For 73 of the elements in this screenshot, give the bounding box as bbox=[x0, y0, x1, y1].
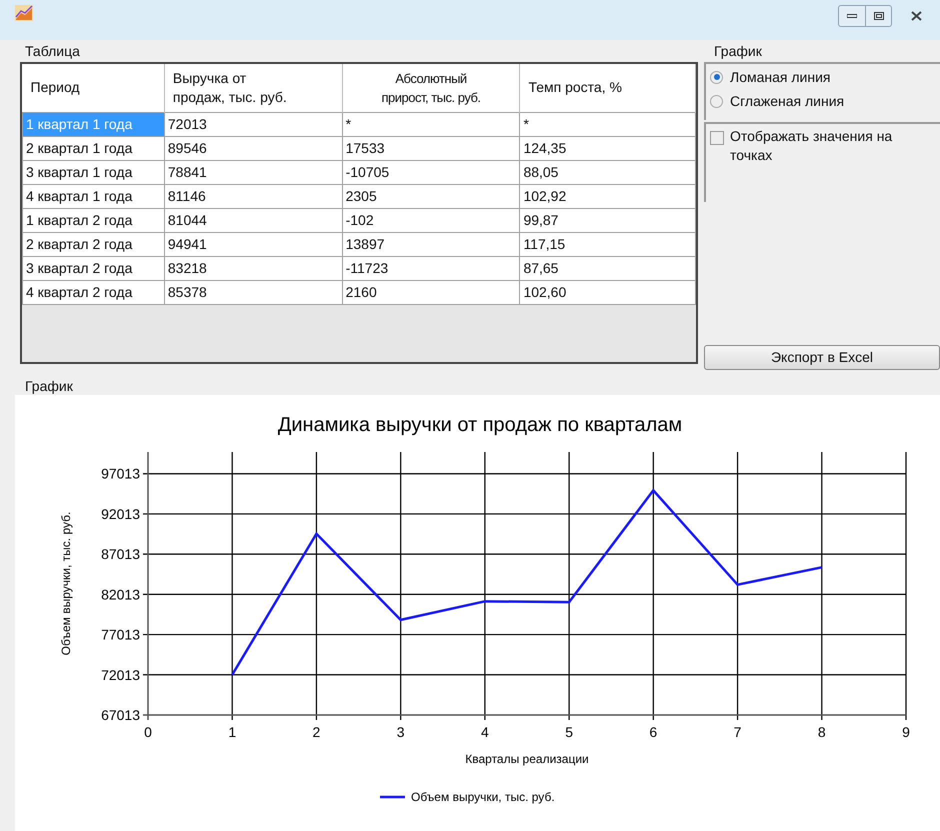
table-cell: 88,05 bbox=[520, 160, 696, 184]
table-cell: 89546 bbox=[164, 136, 342, 160]
table-cell: 102,60 bbox=[520, 280, 696, 304]
checkbox[interactable] bbox=[710, 131, 724, 145]
table-cell: 2305 bbox=[342, 184, 520, 208]
table-cell: -102 bbox=[342, 208, 520, 232]
y-tick-label: 97013 bbox=[101, 466, 140, 482]
x-axis-label: Кварталы реализации bbox=[465, 752, 589, 766]
legend-line bbox=[380, 796, 405, 798]
table-cell: 4 квартал 2 года bbox=[22, 280, 164, 304]
minimize-icon bbox=[847, 14, 857, 18]
table-cell: * bbox=[520, 112, 696, 136]
checkbox-label[interactable]: Отображать значения на точках bbox=[730, 127, 920, 165]
y-tick-label: 77013 bbox=[101, 626, 140, 643]
x-tick-label: 8 bbox=[818, 724, 826, 740]
table-cell: 2 квартал 2 года bbox=[22, 232, 164, 256]
table-cell: 102,92 bbox=[520, 184, 696, 208]
y-axis-label: Объем выручки, тыс. руб. bbox=[59, 512, 73, 656]
table-cell: 2160 bbox=[342, 280, 520, 304]
table-cell: 94941 bbox=[164, 232, 342, 256]
group-title: Таблица bbox=[24, 42, 81, 61]
table-cell: 87,65 bbox=[520, 256, 696, 280]
minimize-button[interactable] bbox=[838, 5, 866, 27]
x-tick-label: 1 bbox=[228, 724, 236, 740]
table-cell: 85378 bbox=[164, 280, 342, 304]
table-cell: 1 квартал 2 года bbox=[22, 208, 164, 232]
x-tick-label: 5 bbox=[565, 724, 573, 740]
table-cell: -11723 bbox=[342, 256, 520, 280]
restore-icon bbox=[874, 12, 884, 20]
close-icon bbox=[910, 11, 922, 21]
table-cell: 72013 bbox=[164, 112, 342, 136]
y-tick-label: 67013 bbox=[101, 707, 140, 723]
y-tick-label: 72013 bbox=[101, 666, 140, 683]
table-cell: 13897 bbox=[342, 232, 520, 256]
legend-label: Объем выручки, тыс. руб. bbox=[411, 790, 555, 804]
table-cell: 1 квартал 1 года bbox=[22, 112, 164, 136]
x-tick-label: 2 bbox=[312, 724, 320, 740]
table-cell: 99,87 bbox=[520, 208, 696, 232]
x-tick-label: 7 bbox=[734, 724, 742, 740]
table-cell: 117,15 bbox=[520, 232, 696, 256]
table-cell: 124,35 bbox=[520, 136, 696, 160]
y-tick-label: 82013 bbox=[101, 586, 140, 602]
column-header[interactable]: Абсолютный прирост, тыс. руб. bbox=[342, 64, 520, 112]
table-cell: 81044 bbox=[164, 208, 342, 232]
table-cell: 17533 bbox=[342, 136, 520, 160]
app-icon bbox=[15, 5, 33, 21]
chart-title: Динамика выручки от продаж по кварталам bbox=[278, 414, 682, 436]
x-tick-label: 3 bbox=[396, 724, 405, 740]
table-cell: 2 квартал 1 года bbox=[22, 136, 164, 160]
group-title: График bbox=[24, 377, 74, 395]
table-cell: 4 квартал 1 года bbox=[22, 184, 164, 208]
radio-label[interactable]: Сглаженая линия bbox=[730, 90, 844, 112]
table-cell: 83218 bbox=[164, 256, 342, 280]
radio-button[interactable] bbox=[710, 94, 723, 108]
column-header[interactable]: Темп роста, % bbox=[520, 64, 696, 112]
table-cell: * bbox=[342, 112, 520, 136]
x-tick-label: 0 bbox=[144, 724, 152, 740]
table-cell: -10705 bbox=[342, 160, 520, 184]
table-cell: 81146 bbox=[164, 184, 342, 208]
table-cell: 3 квартал 1 года bbox=[22, 160, 164, 184]
radio-label[interactable]: Ломаная линия bbox=[730, 66, 830, 88]
x-tick-label: 6 bbox=[649, 724, 658, 740]
x-tick-label: 9 bbox=[902, 724, 910, 740]
restore-button[interactable] bbox=[866, 5, 892, 27]
table-cell: 78841 bbox=[164, 160, 342, 184]
x-tick-label: 4 bbox=[481, 724, 489, 740]
export-button[interactable]: Экспорт в Excel bbox=[704, 345, 940, 370]
group-title: График bbox=[713, 42, 763, 61]
table-cell: 3 квартал 2 года bbox=[22, 256, 164, 280]
y-tick-label: 87013 bbox=[101, 546, 140, 562]
y-tick-label: 92013 bbox=[101, 506, 140, 522]
column-header[interactable]: Выручка от продаж, тыс. руб. bbox=[164, 64, 342, 112]
radio-button[interactable] bbox=[710, 70, 723, 84]
